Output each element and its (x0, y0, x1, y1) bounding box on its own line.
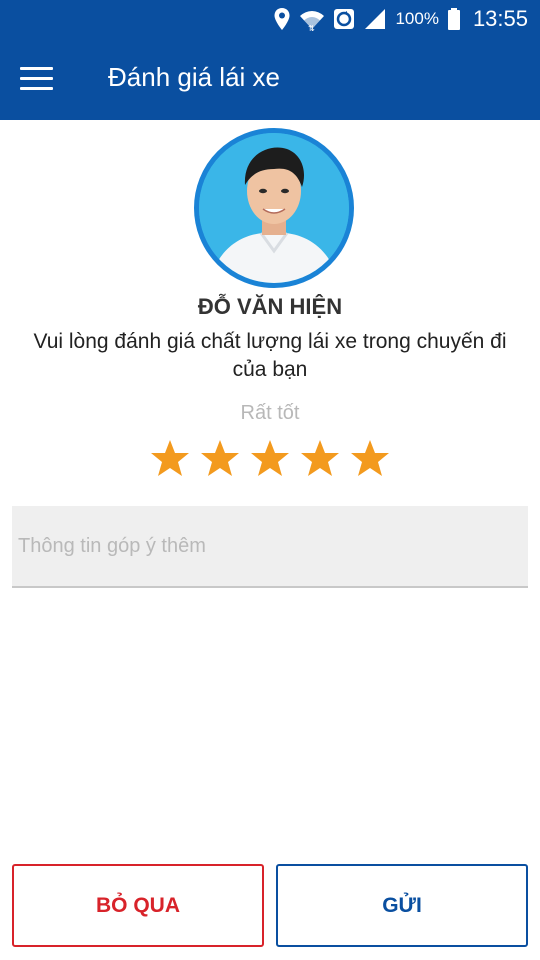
star-rating (150, 438, 390, 482)
wifi-icon: ⇅ (299, 7, 325, 31)
send-button[interactable]: GỬI (276, 864, 528, 947)
app-bar: Đánh giá lái xe (0, 38, 540, 120)
star-icon-3[interactable] (250, 438, 290, 478)
star-icon-1[interactable] (150, 438, 190, 478)
star-icon-4[interactable] (300, 438, 340, 478)
sync-icon (333, 8, 355, 30)
driver-avatar (194, 128, 354, 288)
star-icon-5[interactable] (350, 438, 390, 478)
rating-prompt: Vui lòng đánh giá chất lượng lái xe tron… (33, 330, 507, 381)
page-title: Đánh giá lái xe (108, 62, 280, 92)
feedback-input[interactable] (12, 506, 528, 588)
driver-name: ĐỖ VĂN HIỆN (197, 294, 343, 319)
signal-icon (363, 7, 387, 31)
battery-icon (447, 7, 461, 31)
skip-button[interactable]: BỎ QUA (12, 864, 264, 947)
status-bar: ⇅ 100% 13:55 (0, 0, 540, 38)
location-icon (273, 7, 291, 31)
driver-photo (199, 133, 349, 283)
battery-percent: 100% (395, 9, 439, 28)
status-bar-icons: ⇅ 100% 13:55 (273, 0, 528, 38)
star-icon-2[interactable] (200, 438, 240, 478)
send-button-label: GỬI (382, 893, 422, 917)
hamburger-menu-icon[interactable] (20, 67, 53, 91)
rating-label: Rất tốt (240, 402, 300, 424)
skip-button-label: BỎ QUA (96, 893, 180, 917)
svg-text:⇅: ⇅ (308, 24, 315, 31)
status-time: 13:55 (472, 6, 528, 31)
